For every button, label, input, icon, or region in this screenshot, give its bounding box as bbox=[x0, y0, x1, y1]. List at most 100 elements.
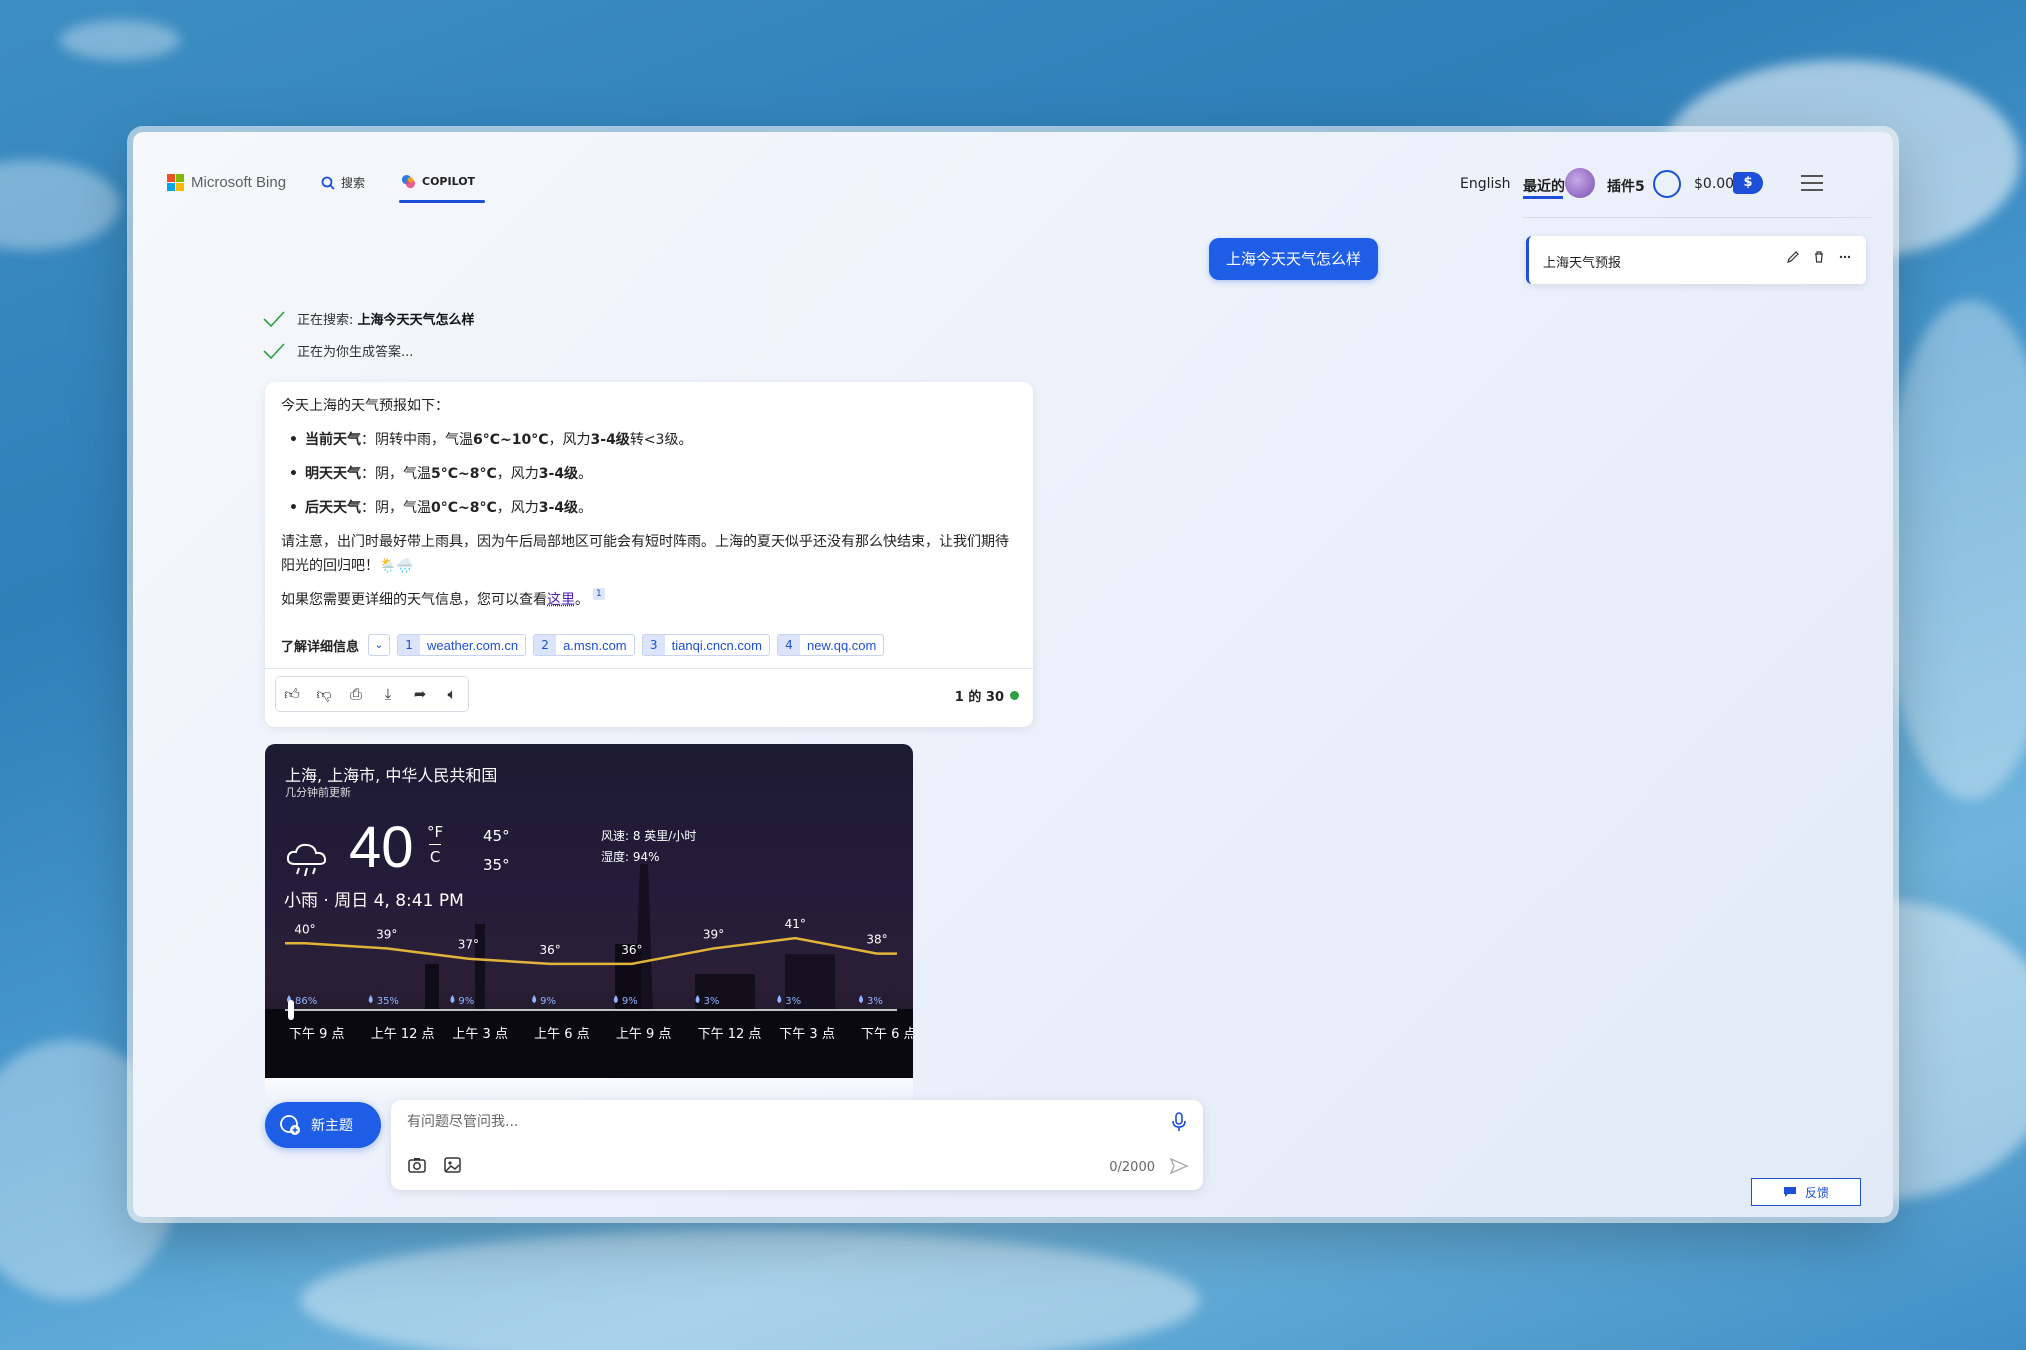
precip-label: 86% bbox=[295, 996, 317, 1007]
chevron-down-icon[interactable]: ⌄ bbox=[368, 634, 391, 656]
logo-text: Microsoft Bing bbox=[191, 174, 287, 191]
nav-copilot-label: COPILOT bbox=[422, 175, 476, 188]
answer-card: 今天上海的天气预报如下： 当前天气：阴转中雨，气温6°C~10°C，风力3-4级… bbox=[265, 382, 1033, 727]
temp-label: 38° bbox=[866, 933, 887, 947]
raindrop-icon bbox=[450, 995, 455, 1003]
answer-actions: 👍︎ 👎︎ ⎙ ⤓ ➦ 🔈︎ bbox=[275, 676, 469, 712]
hour-tick-label: 下午 3 点 bbox=[779, 1027, 835, 1042]
hourly-temperature-chart: 40° 86% 下午 9 点 39° 35% 上午 12 点 37° 9% 上午 3 点 36° 9… bbox=[285, 917, 913, 1042]
precip-label: 35% bbox=[377, 996, 399, 1007]
forecast-item: 后天天气：阴，气温0°C~8°C，风力3-4级。 bbox=[281, 496, 1017, 520]
status-generating-text: 正在为你生成答案... bbox=[297, 345, 414, 360]
recent-tab-indicator bbox=[1523, 196, 1563, 199]
source-chip[interactable]: 2 a.msn.com bbox=[533, 634, 635, 656]
hour-tick-label: 上午 9 点 bbox=[616, 1027, 672, 1042]
raindrop-icon bbox=[777, 995, 782, 1003]
feedback-button[interactable]: 反馈 bbox=[1751, 1178, 1861, 1206]
precip-label: 9% bbox=[458, 996, 474, 1007]
temp-label: 40° bbox=[294, 922, 315, 936]
feedback-icon bbox=[1783, 1187, 1796, 1197]
more-info-link[interactable]: 这里 bbox=[547, 592, 575, 608]
temp-label: 39° bbox=[703, 927, 724, 941]
image-create-icon[interactable] bbox=[443, 1156, 463, 1174]
source-chip[interactable]: 1 weather.com.cn bbox=[397, 634, 527, 656]
hour-tick-label: 上午 6 点 bbox=[534, 1027, 590, 1042]
temp-label: 39° bbox=[376, 927, 397, 941]
header-divider bbox=[1523, 217, 1873, 218]
forecast-item: 明天天气：阴，气温5°C~8°C，风力3-4级。 bbox=[281, 462, 1017, 486]
nav-search-label: 搜索 bbox=[341, 176, 366, 190]
copilot-icon bbox=[401, 174, 416, 189]
download-icon[interactable]: ⤓ bbox=[372, 677, 404, 711]
speaker-icon[interactable]: 🔈︎ bbox=[436, 677, 468, 711]
status-generating: 正在为你生成答案... bbox=[263, 341, 413, 360]
temp-label: 36° bbox=[621, 943, 642, 957]
source-chip[interactable]: 4 new.qq.com bbox=[776, 634, 885, 656]
citation-badge[interactable]: 1 bbox=[593, 588, 605, 600]
new-chat-icon bbox=[280, 1115, 300, 1135]
raindrop-icon bbox=[368, 995, 373, 1003]
raindrop-icon bbox=[695, 995, 700, 1003]
browser-window: Microsoft Bing 搜索 COPILOT English 最近的 插件… bbox=[133, 132, 1893, 1217]
chat-input[interactable] bbox=[407, 1114, 1107, 1130]
avatar[interactable] bbox=[1565, 168, 1595, 198]
temp-label: 37° bbox=[458, 938, 479, 952]
temp-label: 41° bbox=[785, 917, 806, 931]
hamburger-menu-icon[interactable] bbox=[1801, 175, 1823, 196]
answer-note: 请注意，出门时最好带上雨具，因为午后局部地区可能会有短时阵雨。上海的夏天似乎还没… bbox=[281, 534, 1009, 574]
new-topic-button[interactable]: 新主题 bbox=[265, 1102, 381, 1148]
precip-label: 9% bbox=[540, 996, 556, 1007]
status-searching-query: 上海今天天气怎么样 bbox=[357, 313, 475, 328]
send-icon[interactable] bbox=[1169, 1156, 1189, 1176]
plugins-tab[interactable]: 插件5 bbox=[1607, 176, 1645, 196]
checkmark-icon bbox=[263, 342, 285, 359]
learn-more-label: 了解详细信息 bbox=[281, 639, 360, 655]
hour-tick-label: 上午 12 点 bbox=[371, 1027, 435, 1042]
char-count: 0/2000 bbox=[1109, 1160, 1155, 1175]
search-icon bbox=[321, 176, 335, 190]
weather-card[interactable]: 上海, 上海市, 中华人民共和国 几分钟前更新 40 °F C 45° 35° … bbox=[265, 744, 913, 1078]
recent-tab[interactable]: 最近的 bbox=[1523, 176, 1565, 196]
precip-label: 3% bbox=[785, 996, 801, 1007]
hour-tick-label: 下午 12 点 bbox=[698, 1027, 762, 1042]
hour-tick-label: 上午 3 点 bbox=[452, 1027, 508, 1042]
status-dot-icon bbox=[1010, 691, 1019, 700]
rewards-trophy-icon[interactable] bbox=[1653, 170, 1681, 198]
chat-input-box: 0/2000 bbox=[391, 1100, 1203, 1190]
language-link[interactable]: English bbox=[1460, 176, 1511, 192]
active-tab-indicator bbox=[399, 200, 485, 203]
camera-icon[interactable] bbox=[407, 1156, 427, 1174]
source-chip[interactable]: 3 tianqi.cncn.com bbox=[641, 634, 770, 656]
precip-label: 9% bbox=[622, 996, 638, 1007]
forecast-list: 当前天气：阴转中雨，气温6°C~10°C，风力3-4级转<3级。 明天天气：阴，… bbox=[281, 428, 1017, 520]
edit-icon[interactable] bbox=[1786, 250, 1800, 264]
share-icon[interactable]: ➦ bbox=[404, 677, 436, 711]
temp-label: 36° bbox=[540, 943, 561, 957]
delete-icon[interactable] bbox=[1812, 250, 1826, 264]
precip-label: 3% bbox=[704, 996, 720, 1007]
timeline-slider-handle[interactable] bbox=[288, 1000, 294, 1020]
answer-intro: 今天上海的天气预报如下： bbox=[281, 398, 449, 414]
forecast-item: 当前天气：阴转中雨，气温6°C~10°C，风力3-4级转<3级。 bbox=[281, 428, 1017, 452]
response-counter: 1 的 30 bbox=[955, 686, 1019, 705]
learn-more-row: 了解详细信息 ⌄ 1 weather.com.cn 2 a.msn.com 3 tia… bbox=[281, 634, 885, 656]
history-item[interactable]: 上海天气预报 bbox=[1526, 236, 1866, 284]
copy-icon[interactable]: ⎙ bbox=[340, 677, 372, 711]
thumbs-up-icon[interactable]: 👍︎ bbox=[276, 677, 308, 711]
precip-label: 3% bbox=[867, 996, 883, 1007]
nav-copilot-tab[interactable]: COPILOT bbox=[401, 174, 475, 189]
hour-tick-label: 下午 9 点 bbox=[289, 1027, 345, 1042]
top-header: Microsoft Bing 搜索 COPILOT English 最近的 插件… bbox=[133, 132, 1893, 218]
thumbs-down-icon[interactable]: 👎︎ bbox=[308, 677, 340, 711]
bing-logo[interactable]: Microsoft Bing bbox=[167, 174, 286, 191]
status-searching: 正在搜索: 上海今天天气怎么样 bbox=[263, 309, 475, 328]
raindrop-icon bbox=[613, 995, 618, 1003]
more-options-icon[interactable] bbox=[1838, 250, 1852, 264]
feedback-label: 反馈 bbox=[1804, 1185, 1829, 1200]
microphone-icon[interactable] bbox=[1171, 1112, 1187, 1132]
answer-more: 如果您需要更详细的天气信息，您可以查看这里。 1 bbox=[281, 588, 1017, 612]
nav-search-tab[interactable]: 搜索 bbox=[321, 174, 365, 191]
raindrop-icon bbox=[859, 995, 863, 1003]
rewards-dollar-badge[interactable]: $ bbox=[1733, 172, 1763, 194]
answer-divider bbox=[265, 668, 1033, 669]
